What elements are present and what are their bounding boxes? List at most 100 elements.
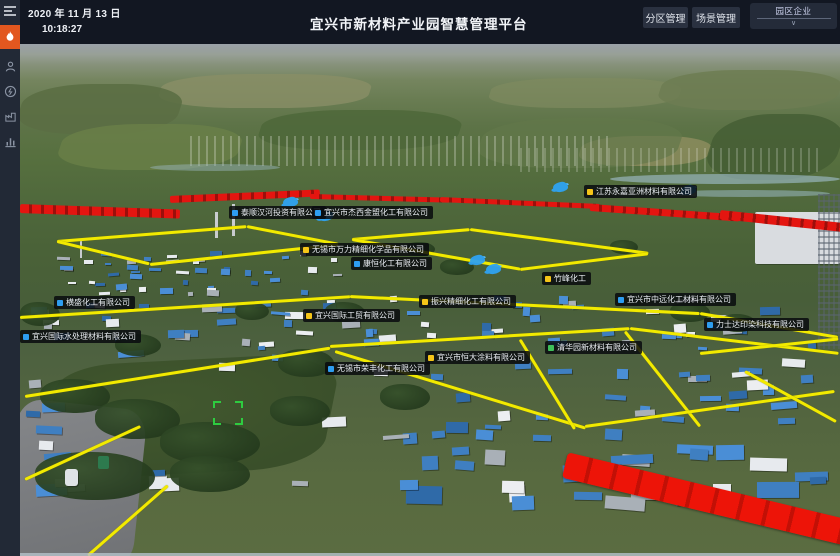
- building: [366, 328, 374, 336]
- yellow-road: [57, 225, 247, 243]
- building: [271, 311, 291, 316]
- building: [176, 271, 190, 275]
- park-enterprise-dropdown[interactable]: 园区企业 ∨: [750, 3, 837, 29]
- building: [295, 330, 312, 335]
- sidebar-item-power[interactable]: [0, 82, 20, 100]
- building: [258, 345, 266, 350]
- field-patch: [654, 70, 840, 110]
- storage-tank: [65, 469, 78, 486]
- tree: [170, 456, 250, 492]
- building: [476, 430, 494, 441]
- page-title: 宜兴市新材料产业园智慧管理平台: [310, 13, 528, 33]
- building: [25, 411, 40, 417]
- company-label[interactable]: 无锡市荣丰化工有限公司: [325, 362, 430, 375]
- building: [801, 375, 813, 384]
- chevron-down-icon: ∨: [791, 20, 796, 28]
- building: [530, 314, 541, 322]
- building: [689, 448, 708, 460]
- building: [139, 287, 146, 292]
- company-label[interactable]: 无锡市万力精细化学品有限公司: [300, 243, 429, 256]
- company-label[interactable]: 竹峰化工: [542, 272, 591, 285]
- company-label[interactable]: 宜兴国际水处理材料有限公司: [20, 330, 141, 343]
- company-label[interactable]: 宜兴市杰西金盟化工有限公司: [312, 206, 433, 219]
- company-label[interactable]: 清华园新材料有限公司: [545, 341, 642, 354]
- building: [421, 456, 438, 471]
- company-label[interactable]: 宜兴国际工贸有限公司: [303, 309, 400, 322]
- building: [221, 269, 230, 275]
- blue-marker: [485, 263, 501, 275]
- building: [452, 447, 470, 456]
- building: [750, 458, 787, 472]
- building: [533, 435, 551, 441]
- date-label: 2020 年 11 月 13 日: [28, 5, 121, 20]
- chimney: [215, 212, 218, 238]
- sidebar-item-fire[interactable]: [0, 25, 20, 49]
- company-label-text: 康恒化工有限公司: [363, 257, 427, 270]
- building: [149, 268, 161, 271]
- header: 2020 年 11 月 13 日 10:18:27 宜兴市新材料产业园智慧管理平…: [20, 0, 840, 44]
- company-label-text: 宜兴国际水处理材料有限公司: [32, 330, 136, 343]
- field-patch: [485, 78, 685, 108]
- building: [574, 492, 603, 501]
- building: [728, 390, 747, 400]
- building: [511, 495, 534, 509]
- building: [605, 495, 646, 512]
- building: [421, 322, 429, 327]
- building: [57, 256, 70, 260]
- company-label[interactable]: 康恒化工有限公司: [351, 257, 432, 270]
- bar-chart-icon: [4, 135, 17, 148]
- scene-management-button[interactable]: 场景管理: [692, 7, 740, 28]
- distant-town: [520, 148, 820, 172]
- building: [127, 264, 139, 269]
- building: [757, 482, 799, 498]
- sidebar-item-person[interactable]: [0, 57, 20, 75]
- company-label[interactable]: 宜兴市恒大涂料有限公司: [425, 351, 530, 364]
- building: [282, 256, 289, 260]
- building: [95, 283, 105, 287]
- building: [251, 281, 258, 285]
- company-label-text: 振兴精细化工有限公司: [431, 295, 511, 308]
- company-label-text: 宜兴市中远化工材料有限公司: [627, 293, 731, 306]
- building: [605, 394, 626, 400]
- building: [446, 422, 468, 433]
- hamburger-icon: [3, 5, 17, 17]
- building: [183, 280, 188, 285]
- sidebar-item-stats[interactable]: [0, 132, 20, 150]
- building: [105, 263, 111, 266]
- building: [771, 400, 798, 409]
- company-marker-icon: [232, 210, 238, 216]
- company-label[interactable]: 力士达印染科技有限公司: [704, 318, 809, 331]
- company-label[interactable]: 横盛化工有限公司: [54, 296, 135, 309]
- building: [716, 445, 745, 461]
- building: [782, 358, 806, 368]
- building: [106, 318, 119, 327]
- building: [559, 296, 568, 304]
- sidebar-item-factory[interactable]: [0, 107, 20, 125]
- company-label[interactable]: 宜兴市中远化工材料有限公司: [615, 293, 736, 306]
- company-label[interactable]: 振兴精细化工有限公司: [419, 295, 516, 308]
- distant-water: [150, 164, 280, 171]
- company-marker-icon: [548, 345, 554, 351]
- factory-icon: [4, 110, 17, 123]
- company-marker-icon: [57, 300, 63, 306]
- building: [264, 271, 272, 274]
- zone-management-button[interactable]: 分区管理: [643, 7, 688, 28]
- dropdown-label: 园区企业: [775, 5, 811, 17]
- building: [301, 289, 309, 295]
- company-label[interactable]: 江苏永嘉亚洲材料有限公司: [584, 185, 697, 198]
- map-scene[interactable]: 泰顺汉河投资有限公司宜兴市杰西金盟化工有限公司江苏永嘉亚洲材料有限公司无锡市万力…: [20, 44, 840, 556]
- tree: [380, 384, 430, 410]
- building: [167, 255, 177, 258]
- building: [242, 339, 251, 347]
- company-marker-icon: [422, 299, 428, 305]
- company-label-text: 清华园新材料有限公司: [557, 341, 637, 354]
- power-gauge-icon: [4, 85, 17, 98]
- building: [60, 266, 74, 271]
- flame-icon: [4, 30, 16, 44]
- building: [108, 272, 119, 276]
- company-label-text: 宜兴国际工贸有限公司: [315, 309, 395, 322]
- building: [130, 274, 142, 279]
- hamburger-menu-button[interactable]: [0, 3, 20, 19]
- company-label-text: 无锡市荣丰化工有限公司: [337, 362, 425, 375]
- building: [698, 346, 707, 350]
